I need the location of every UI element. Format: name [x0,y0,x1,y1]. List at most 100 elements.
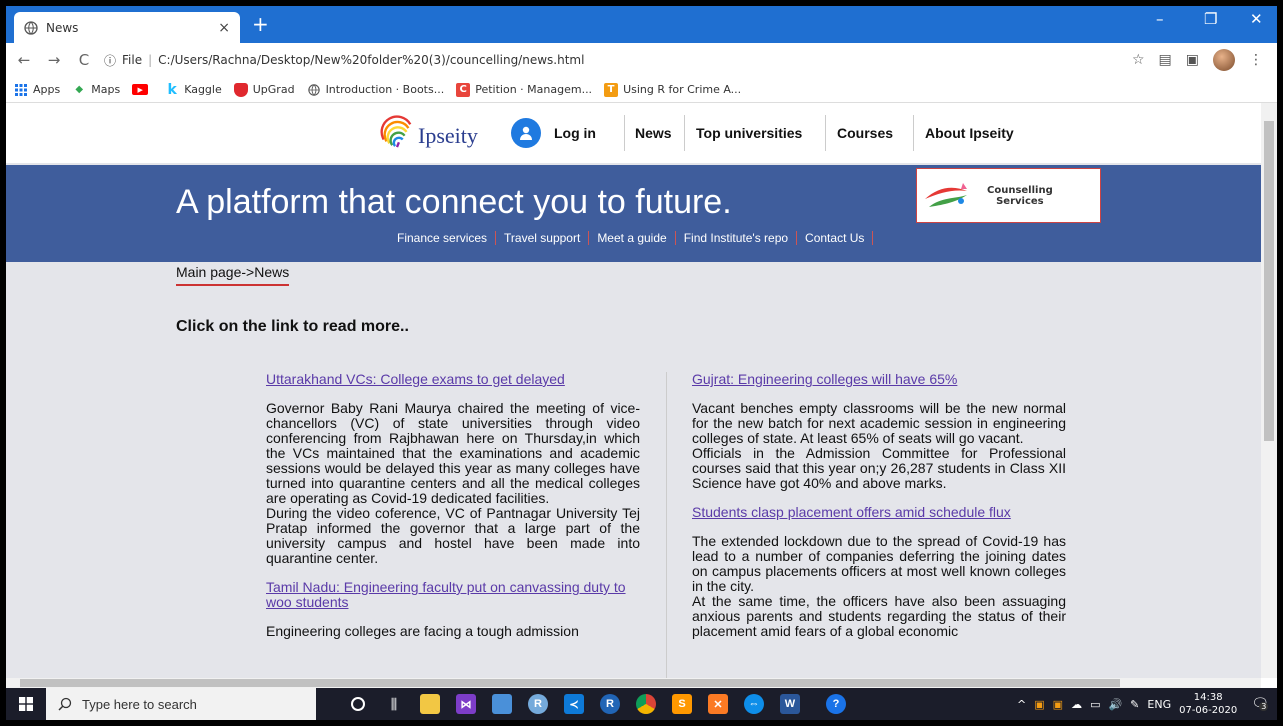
hero-banner: A platform that connect you to future. C… [6,165,1261,262]
rstudio-icon[interactable]: R [520,688,556,720]
counselling-swoosh-icon [925,183,967,207]
user-icon[interactable] [511,118,541,148]
maps-pin-icon: ◆ [75,84,84,95]
service-institute[interactable]: Find Institute's repo [676,231,798,245]
horizontal-scrollbar[interactable] [6,678,1261,688]
nav-divider [913,115,914,151]
globe-icon [24,20,38,35]
service-travel[interactable]: Travel support [496,231,590,245]
avatar[interactable] [1213,49,1235,71]
news-link[interactable]: Gujrat: Engineering colleges will have 6… [692,372,1066,387]
nav-courses[interactable]: Courses [837,103,893,163]
news-link[interactable]: Uttarakhand VCs: College exams to get de… [266,372,640,387]
visual-studio-icon[interactable]: ⋈ [448,688,484,720]
nav-about[interactable]: About Ipseity [925,103,1014,163]
url-text: C:/Users/Rachna/Desktop/New%20folder%20(… [158,53,585,67]
bookmark-crime[interactable]: T Using R for Crime A... [604,82,741,97]
vertical-scrollbar[interactable] [1261,103,1277,678]
battery-icon[interactable]: ▭ [1090,698,1100,711]
teamviewer-icon[interactable]: ⇔ [736,688,772,720]
apps-grid-icon [14,83,28,97]
news-link[interactable]: Students clasp placement offers amid sch… [692,505,1066,520]
task-view-icon[interactable]: ⫼ [376,688,412,720]
bookmark-kaggle[interactable]: k Kaggle [165,82,222,98]
clock[interactable]: 14:38 07-06-2020 [1179,691,1237,717]
site-logo[interactable]: Ipseity [378,111,478,149]
notification-icon[interactable]: 🗨 3 [1251,696,1269,712]
nav-login[interactable]: Log in [554,103,596,163]
file-explorer-icon[interactable] [412,688,448,720]
scroll-thumb[interactable] [1264,121,1274,441]
tray-app-icon-2[interactable]: ▣ [1053,698,1063,711]
service-guide[interactable]: Meet a guide [589,231,676,245]
globe-icon [307,83,321,97]
bookmark-upgrad[interactable]: UpGrad [233,82,295,97]
word-icon[interactable]: W [772,688,808,720]
language-indicator[interactable]: ENG [1147,698,1171,711]
petition-icon: C [456,82,471,97]
hero-tagline: A platform that connect you to future. [176,183,732,221]
tray-app-icon[interactable]: ▣ [1034,698,1044,711]
network-icon[interactable]: ☁ [1071,698,1082,711]
logo-text: Ipseity [418,123,478,148]
search-icon [58,697,72,711]
xampp-icon[interactable]: ✕ [700,688,736,720]
bookmark-apps[interactable]: Apps [14,83,60,97]
breadcrumb: Main page->News [176,264,290,286]
service-finance[interactable]: Finance services [389,231,497,245]
back-icon[interactable]: ← [12,51,36,69]
taskbar-search-input[interactable]: Type here to search [46,688,316,720]
new-tab-button[interactable]: + [252,12,269,36]
windows-taskbar: Type here to search ⫼ ⋈ R ≺ R S ✕ ⇔ W ? … [6,688,1277,720]
menu-icon[interactable]: ⋮ [1249,52,1263,68]
minimize-button[interactable]: – [1156,10,1164,28]
extension-icon-2[interactable]: ▣ [1186,52,1199,68]
help-icon[interactable]: ? [818,688,854,720]
notepad-icon[interactable] [484,688,520,720]
news-link[interactable]: Tamil Nadu: Engineering faculty put on c… [266,580,640,610]
site-navbar: Ipseity Log in News Top universities Cou… [6,103,1261,163]
bookmark-petition[interactable]: C Petition · Managem... [456,82,592,97]
news-body: Engineering colleges are facing a tough … [266,623,579,639]
forward-icon[interactable]: → [42,51,66,69]
chevron-up-icon[interactable]: ^ [1017,698,1026,711]
cortana-icon[interactable] [340,688,376,720]
bookmarks-bar: Apps ◆ Maps ▶ k Kaggle UpGrad Introducti… [6,77,1277,103]
services-menu: Finance services Travel support Meet a g… [389,231,874,245]
r-icon[interactable]: R [592,688,628,720]
bookmark-bootstrap[interactable]: Introduction · Boots... [307,83,444,97]
volume-icon[interactable]: 🔊 [1108,698,1122,711]
info-icon[interactable]: ⓘ [104,52,116,69]
url-scheme: File [122,53,143,67]
vscode-icon[interactable]: ≺ [556,688,592,720]
news-body: Governor Baby Rani Maurya chaired the me… [266,400,640,566]
bookmark-maps[interactable]: ◆ Maps [72,83,120,97]
reload-icon[interactable]: C [72,51,96,69]
bookmark-youtube[interactable]: ▶ [132,84,153,95]
nav-top-universities[interactable]: Top universities [696,103,802,163]
sublime-icon[interactable]: S [664,688,700,720]
youtube-icon: ▶ [132,84,149,95]
fingerprint-logo-icon [380,115,412,148]
pen-icon[interactable]: ✎ [1130,698,1139,711]
tab-news[interactable]: News × [14,12,240,43]
nav-divider [624,115,625,151]
extension-icon[interactable]: ▤ [1159,52,1172,68]
windows-start-icon[interactable] [6,697,46,711]
nav-news[interactable]: News [635,103,672,163]
towards-icon: T [604,82,619,97]
address-bar[interactable]: ⓘ File | C:/Users/Rachna/Desktop/New%20f… [104,52,1132,69]
service-contact[interactable]: Contact Us [797,231,874,245]
bookmark-star-icon[interactable]: ☆ [1132,52,1145,68]
scroll-thumb[interactable] [20,679,1120,687]
close-tab-icon[interactable]: × [218,20,230,36]
chrome-icon[interactable] [628,688,664,720]
news-column-left: Uttarakhand VCs: College exams to get de… [266,372,640,653]
tab-title: News [46,20,79,35]
nav-divider [684,115,685,151]
browser-toolbar: ← → C ⓘ File | C:/Users/Rachna/Desktop/N… [6,43,1277,77]
close-window-button[interactable]: ✕ [1250,10,1263,28]
maximize-button[interactable]: ❐ [1204,10,1217,28]
news-body: Vacant benches empty classrooms will be … [692,400,1066,491]
page-viewport: Ipseity Log in News Top universities Cou… [6,103,1261,678]
